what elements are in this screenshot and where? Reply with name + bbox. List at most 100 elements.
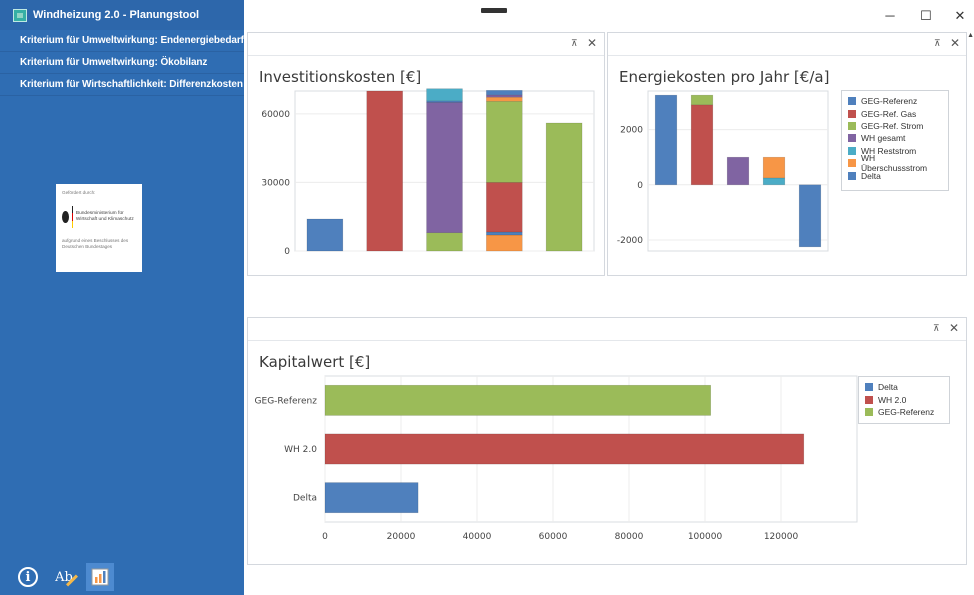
bar-segment (426, 102, 463, 234)
sponsor-logo: Gefördert durch: Bundesministerium für W… (56, 184, 142, 272)
bar-segment (426, 232, 463, 252)
legend-swatch (848, 171, 856, 180)
sponsor-resolution: aufgrund eines Beschlusses des Deutschen… (62, 238, 129, 249)
legend-swatch (865, 395, 873, 404)
sponsor-ministry: Bundesministerium für Wirtschaft und Kli… (75, 211, 134, 222)
x-tick-label: 120000 (764, 532, 799, 540)
flag-icon (71, 206, 73, 228)
panel-toolbar: ⊼ ✕ (248, 33, 604, 56)
legend-swatch (848, 97, 856, 106)
bar (324, 384, 712, 416)
chart-button[interactable] (86, 563, 114, 591)
drag-grip[interactable] (481, 8, 507, 13)
legend-item: GEG-Referenz (848, 95, 942, 107)
pin-icon[interactable]: ⊼ (933, 323, 940, 334)
x-tick-label: 40000 (463, 532, 492, 540)
bar (324, 482, 419, 514)
bar-segment (690, 104, 714, 186)
pin-icon[interactable]: ⊼ (571, 38, 578, 49)
panel-close-icon[interactable]: ✕ (587, 36, 597, 50)
legend-swatch (848, 146, 856, 155)
legend-item: WH gesamt (848, 132, 942, 144)
info-icon: i (18, 567, 38, 587)
y-tick-label: 0 (637, 181, 643, 191)
legend-item: GEG-Referenz (865, 406, 943, 418)
legend-item: GEG-Ref. Strom (848, 120, 942, 132)
x-tick-label: 0 (322, 532, 328, 540)
legend-swatch (848, 159, 856, 168)
legend-label: WH gesamt (861, 133, 906, 144)
legend-swatch (865, 383, 873, 392)
legend-item: GEG-Ref. Gas (848, 107, 942, 119)
bar-segment (306, 218, 344, 252)
legend-item: WH Überschussstrom (848, 153, 942, 173)
scroll-up-arrow-icon[interactable]: ▲ (967, 32, 974, 39)
app-icon (13, 8, 27, 22)
energiekosten-chart: -200002000GEG-ReferenzWH GesamtDelta (617, 90, 829, 252)
close-button[interactable]: ✕ (945, 7, 974, 25)
bar-segment (726, 156, 750, 186)
nav-item-differenzkosten[interactable]: Kriterium für Wirtschaftlichkeit: Differ… (0, 74, 244, 96)
sidebar: Windheizung 2.0 - Planungstool Kriterium… (0, 0, 244, 595)
bar-segment (426, 88, 463, 102)
bar-segment (486, 94, 523, 98)
y-tick-label: 30000 (261, 178, 290, 188)
legend-swatch (848, 121, 856, 130)
bar-segment (486, 234, 523, 252)
pin-icon[interactable]: ⊼ (934, 38, 941, 49)
sidebar-toolbar: i Ab (14, 563, 114, 591)
y-tick-label: GEG-Referenz (255, 396, 318, 406)
bar-segment (654, 94, 678, 186)
bar-segment (762, 156, 786, 179)
eagle-icon (62, 211, 69, 223)
panel-energiekosten: ⊼ ✕ Energiekosten pro Jahr [€/a] -2000 0 2… (607, 32, 967, 276)
spellcheck-button[interactable]: Ab (50, 563, 79, 591)
legend-item: WH 2.0 (865, 393, 943, 405)
legend-swatch (848, 134, 856, 143)
chart-icon (91, 568, 109, 586)
main-area: ─ ☐ ✕ ▲ ⊼ ✕ Investitionskosten [€] 0 3000… (244, 0, 974, 595)
legend-label: Delta (878, 382, 898, 393)
y-tick-label: Delta (293, 494, 317, 504)
legend-swatch (848, 109, 856, 118)
maximize-button[interactable]: ☐ (911, 7, 941, 25)
app-title: Windheizung 2.0 - Planungstool (33, 9, 200, 21)
kapitalwert-chart: 0 20000 40000 60000 80000 100000 120000 GEG-Ref… (255, 375, 858, 540)
x-tick-label: 60000 (539, 532, 568, 540)
titlebar: ─ ☐ ✕ (244, 0, 974, 30)
panel-investitionskosten: ⊼ ✕ Investitionskosten [€] 03000060000GE… (247, 32, 605, 276)
bar-segment (486, 90, 523, 96)
sponsor-row: Bundesministerium für Wirtschaft und Kli… (62, 206, 136, 228)
bar-segment (762, 177, 786, 186)
app-header: Windheizung 2.0 - Planungstool (0, 0, 244, 30)
legend-label: GEG-Ref. Strom (861, 120, 924, 131)
legend-swatch (865, 407, 873, 416)
info-button[interactable]: i (14, 563, 42, 591)
panel-close-icon[interactable]: ✕ (949, 321, 959, 335)
panel-kapitalwert: ⊼ ✕ Kapitalwert [€] 0 20000 40000 60000 8000… (247, 317, 967, 565)
nav-item-oekobilanz[interactable]: Kriterium für Umweltwirkung: Ökobilanz (0, 52, 244, 74)
bar-segment (690, 94, 714, 106)
legend-label: GEG-Ref. Gas (861, 108, 917, 119)
bar-segment (486, 96, 523, 102)
x-tick-label: 100000 (688, 532, 723, 540)
legend-label: GEG-Referenz (878, 406, 935, 417)
chart-legend: GEG-Referenz GEG-Ref. Gas GEG-Ref. Strom WH… (841, 90, 949, 191)
x-tick-label: 20000 (387, 532, 416, 540)
bar-segment (486, 100, 523, 183)
bar-segment (486, 231, 523, 236)
sponsor-funded-by: Gefördert durch: (62, 190, 96, 195)
investitionskosten-chart: 03000060000GEG-Ref. GesamtinvestWH Koste… (261, 88, 595, 255)
bar (324, 433, 805, 465)
y-tick-label: 60000 (261, 110, 290, 120)
y-tick-label: WH 2.0 (284, 445, 317, 455)
legend-label: Delta (861, 170, 881, 181)
bar-segment (798, 184, 822, 248)
chart-legend: Delta WH 2.0 GEG-Referenz (858, 376, 950, 424)
bar-segment (486, 182, 523, 233)
minimize-button[interactable]: ─ (875, 7, 905, 25)
panel-close-icon[interactable]: ✕ (950, 36, 960, 50)
legend-label: WH 2.0 (878, 394, 907, 405)
panel-toolbar: ⊼ ✕ (248, 318, 966, 341)
nav-item-endenergiebedarf[interactable]: Kriterium für Umweltwirkung: Endenergieb… (0, 30, 244, 52)
